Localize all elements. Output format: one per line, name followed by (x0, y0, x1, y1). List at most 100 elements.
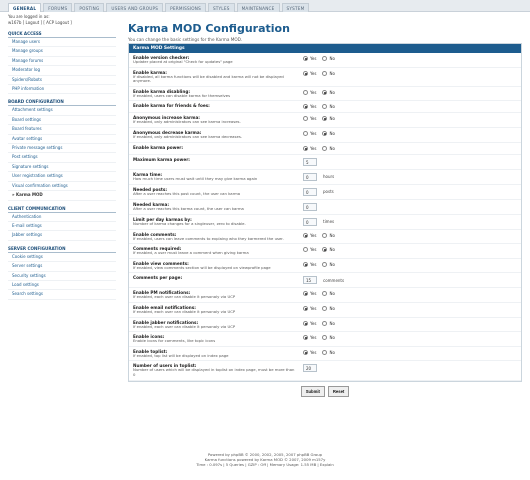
sidebar-item[interactable]: Manage users (8, 38, 116, 48)
sidebar-item[interactable]: » Karma MOD (8, 191, 116, 201)
radio-yes[interactable]: Yes (303, 305, 316, 311)
radio-button[interactable] (303, 305, 308, 311)
radio-yes[interactable]: Yes (303, 232, 316, 238)
radio-no[interactable]: No (322, 56, 335, 61)
sidebar-item[interactable]: Authentication (8, 213, 116, 222)
radio-button[interactable] (322, 104, 328, 110)
sidebar-item[interactable]: Moderator log (8, 66, 116, 76)
radio-yes[interactable]: Yes (303, 89, 316, 95)
sidebar-item[interactable]: Avatar settings (8, 135, 116, 145)
sidebar-item[interactable]: Security settings (8, 272, 116, 281)
tab-forums[interactable]: FORUMS (43, 3, 73, 12)
radio-button[interactable] (303, 335, 308, 341)
sidebar-item[interactable]: Post settings (8, 153, 116, 163)
radio-yes[interactable]: Yes (303, 261, 316, 267)
tab-maintenance[interactable]: MAINTENANCE (236, 3, 280, 12)
setting-input[interactable]: 0 (303, 217, 317, 226)
radio-button[interactable] (303, 89, 308, 95)
radio-button[interactable] (322, 145, 328, 151)
sidebar-item[interactable]: Cookie settings (8, 253, 116, 263)
radio-no[interactable]: No (322, 232, 335, 238)
radio-button[interactable] (303, 56, 308, 61)
sidebar-item[interactable]: Visual confirmation settings (8, 182, 116, 192)
radio-button[interactable] (322, 349, 328, 355)
reset-button[interactable]: Reset (327, 385, 350, 397)
radio-button[interactable] (303, 261, 308, 267)
radio-button[interactable] (322, 70, 328, 76)
sidebar-item[interactable]: Signature settings (8, 163, 116, 173)
radio-button[interactable] (303, 291, 308, 297)
tab-system[interactable]: SYSTEM (281, 3, 310, 12)
radio-yes[interactable]: Yes (303, 247, 316, 253)
radio-yes[interactable]: Yes (303, 116, 316, 122)
radio-button[interactable] (322, 130, 328, 136)
radio-no[interactable]: No (322, 145, 335, 151)
radio-button[interactable] (303, 232, 308, 238)
radio-button[interactable] (303, 145, 308, 151)
login-user[interactable]: w167b [ Logout ] [ ACP Logout ] (8, 20, 116, 26)
radio-button[interactable] (303, 116, 308, 122)
radio-yes[interactable]: Yes (303, 335, 316, 341)
radio-no[interactable]: No (322, 335, 335, 341)
radio-button[interactable] (303, 130, 308, 136)
setting-input[interactable]: 20 (303, 364, 317, 373)
radio-no[interactable]: No (322, 349, 335, 355)
submit-button[interactable]: Submit (300, 385, 325, 397)
sidebar-item[interactable]: E-mail settings (8, 222, 116, 232)
radio-button[interactable] (322, 89, 328, 95)
sidebar-item[interactable]: Board features (8, 125, 116, 135)
sidebar-item[interactable]: Manage forums (8, 57, 116, 67)
sidebar-item[interactable]: Server settings (8, 262, 116, 272)
setting-input[interactable]: 0 (303, 187, 317, 196)
sidebar-item[interactable]: Jabber settings (8, 231, 116, 241)
radio-button[interactable] (303, 247, 308, 253)
sidebar-item[interactable]: Load settings (8, 281, 116, 291)
radio-button[interactable] (303, 349, 308, 355)
tab-general[interactable]: GENERAL (8, 3, 42, 12)
radio-button[interactable] (322, 291, 328, 297)
radio-no[interactable]: No (322, 261, 335, 267)
radio-yes[interactable]: Yes (303, 291, 316, 297)
radio-button[interactable] (322, 335, 328, 341)
radio-yes[interactable]: Yes (303, 349, 316, 355)
sidebar-item[interactable]: Manage groups (8, 47, 116, 57)
tab-posting[interactable]: POSTING (74, 3, 105, 12)
radio-no[interactable]: No (322, 305, 335, 311)
radio-no[interactable]: No (322, 320, 335, 326)
radio-yes[interactable]: Yes (303, 104, 316, 110)
sidebar-item[interactable]: Spiders/Robots (8, 76, 116, 86)
radio-yes[interactable]: Yes (303, 56, 316, 61)
radio-yes[interactable]: Yes (303, 320, 316, 326)
setting-input[interactable]: 15 (303, 276, 317, 285)
sidebar-item[interactable]: Search settings (8, 290, 116, 300)
radio-yes[interactable]: Yes (303, 145, 316, 151)
setting-input[interactable]: 5 (303, 157, 317, 166)
radio-no[interactable]: No (322, 70, 335, 76)
sidebar-item[interactable]: PHP information (8, 85, 116, 95)
tab-styles[interactable]: STYLES (207, 3, 235, 12)
radio-button[interactable] (322, 116, 328, 122)
radio-no[interactable]: No (322, 247, 335, 253)
radio-yes[interactable]: Yes (303, 70, 316, 76)
radio-button[interactable] (322, 247, 328, 253)
sidebar-item[interactable]: User registration settings (8, 172, 116, 182)
tab-permissions[interactable]: PERMISSIONS (165, 3, 206, 12)
radio-button[interactable] (303, 320, 308, 326)
radio-button[interactable] (303, 104, 308, 110)
radio-button[interactable] (322, 232, 328, 238)
radio-no[interactable]: No (322, 89, 335, 95)
sidebar-item[interactable]: Private message settings (8, 144, 116, 154)
radio-button[interactable] (322, 305, 328, 311)
radio-no[interactable]: No (322, 291, 335, 297)
radio-no[interactable]: No (322, 104, 335, 110)
radio-no[interactable]: No (322, 116, 335, 122)
sidebar-item[interactable]: Attachment settings (8, 106, 116, 116)
radio-button[interactable] (322, 56, 328, 61)
radio-button[interactable] (322, 320, 328, 326)
radio-button[interactable] (303, 70, 308, 76)
radio-no[interactable]: No (322, 130, 335, 136)
setting-input[interactable]: 0 (303, 202, 317, 211)
radio-button[interactable] (322, 261, 328, 267)
sidebar-item[interactable]: Board settings (8, 116, 116, 126)
tab-users-and-groups[interactable]: USERS AND GROUPS (106, 3, 164, 12)
